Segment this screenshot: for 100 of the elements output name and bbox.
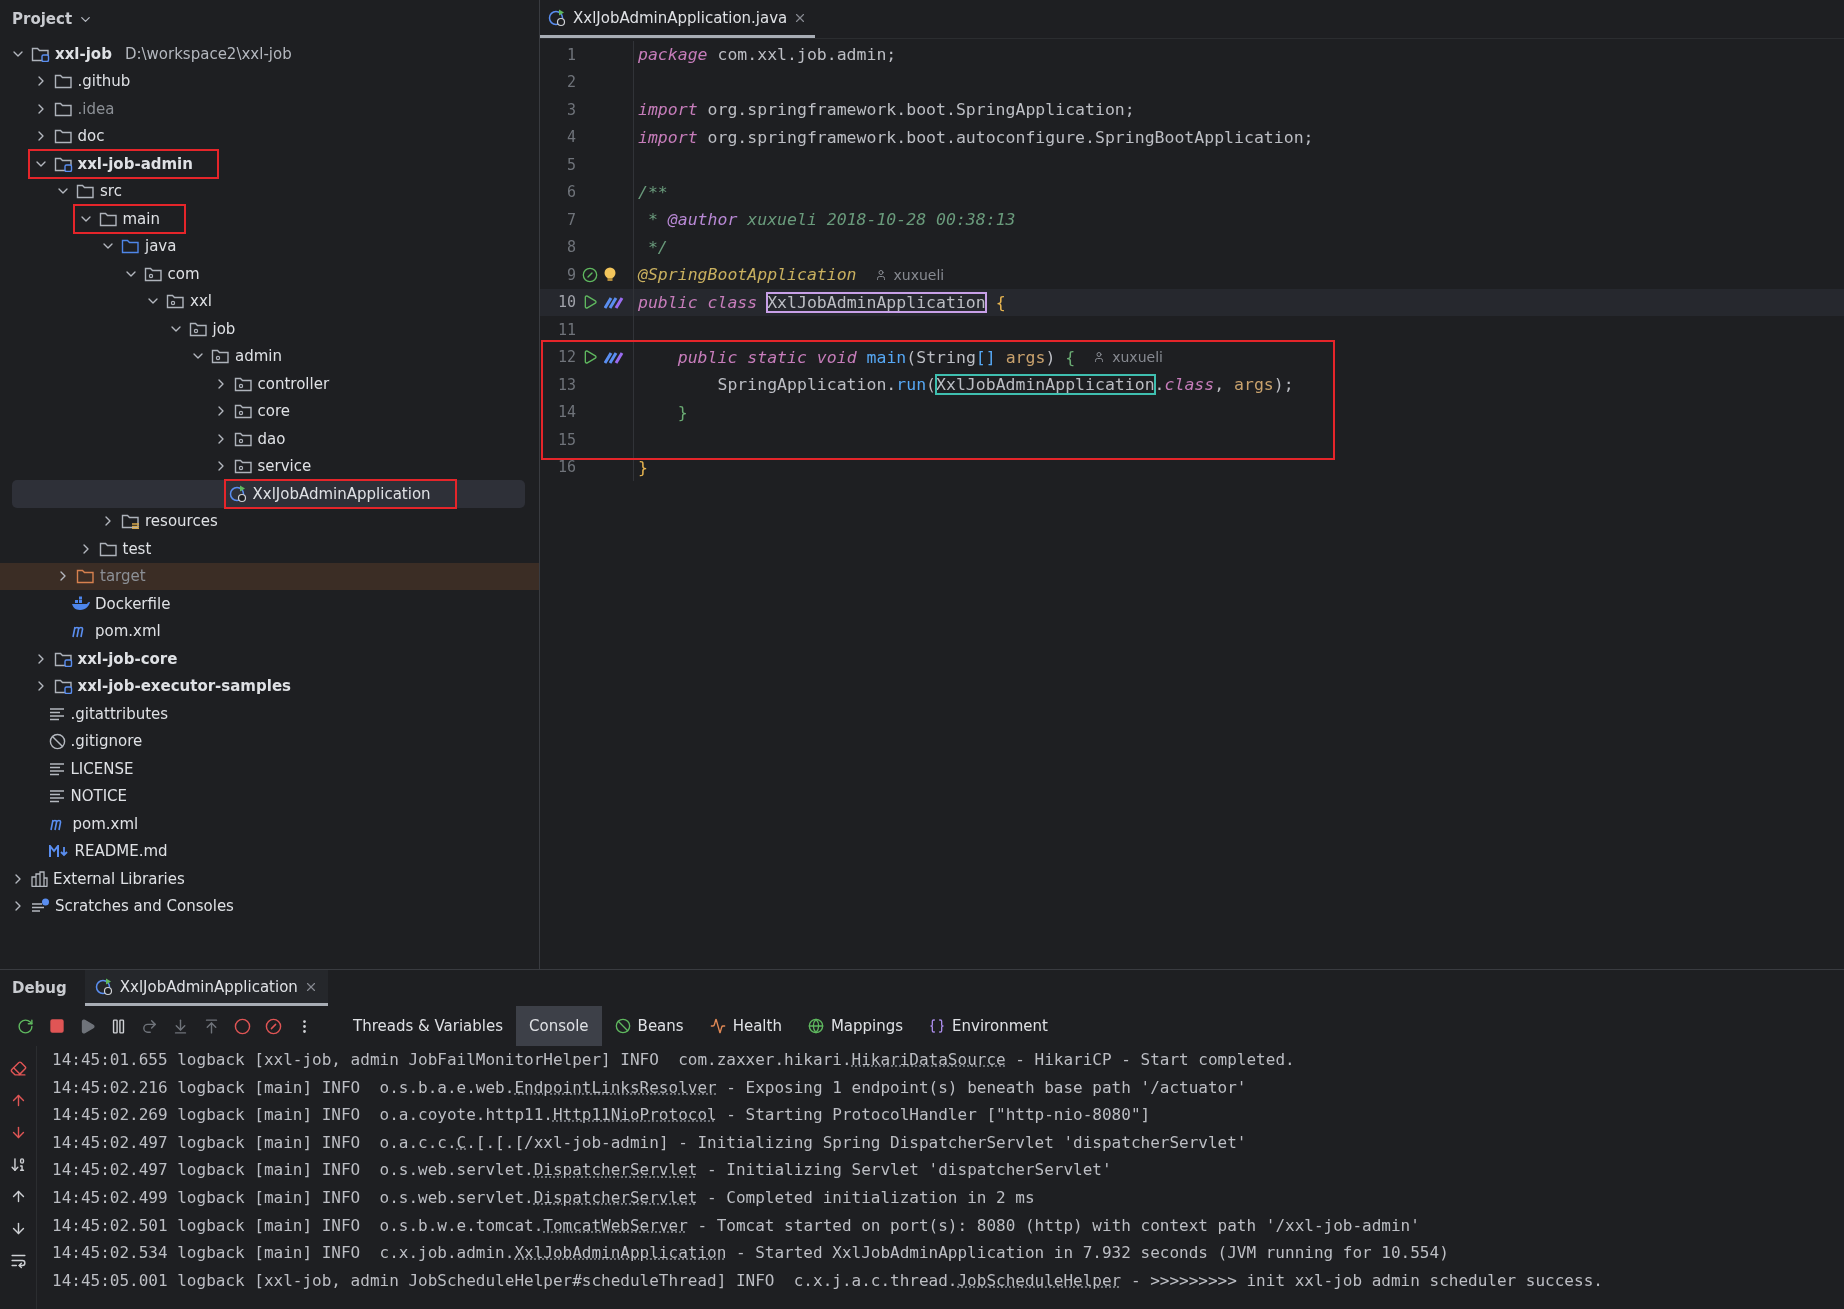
tree-item-label: test [122, 539, 152, 558]
run-icon[interactable] [582, 294, 598, 311]
tree-item[interactable]: LICENSE [0, 755, 539, 783]
class-icon [94, 977, 114, 996]
tree-item[interactable]: target [0, 562, 539, 590]
session-tab[interactable]: XxlJobAdminApplication [84, 970, 328, 1006]
braces-icon [929, 1018, 946, 1034]
bulb-icon[interactable] [604, 267, 616, 283]
package-folder-icon [188, 320, 208, 337]
author-hint: xuxueli [893, 266, 945, 283]
tree-item[interactable]: admin [0, 342, 539, 370]
tree-item[interactable]: dao [0, 425, 539, 453]
tree-item-label: pom.xml [72, 814, 139, 833]
scratches-icon [31, 898, 50, 915]
tree-item[interactable]: test [0, 535, 539, 563]
editor-tab[interactable]: XxlJobAdminApplication.java [540, 0, 816, 38]
tool-tab[interactable]: Environment [916, 1006, 1061, 1046]
console-line: 14:45:05.001 logback [xxl-job, admin JobScheduleHelper#scheduleThread] INFO c.x.j.a.c.thread.JobScheduleHelper - >>>>>>>>> init xxl-job admin scheduler success. [52, 1269, 1603, 1292]
tool-tab[interactable]: Beans [601, 1006, 697, 1046]
console-line: 14:45:02.216 logback [main] INFO o.s.b.a.e.web.EndpointLinksResolver - Exposing 1 endpoint(s) beneath base path '/actuator' [52, 1076, 1248, 1099]
resources-folder-icon [121, 513, 140, 530]
globe-icon [807, 1018, 824, 1034]
tree-item[interactable]: core [0, 397, 539, 425]
tree-item-label: README.md [74, 842, 168, 861]
code-line: /** [637, 182, 668, 202]
tree-item[interactable]: pom.xml [0, 617, 539, 645]
module-folder-icon [53, 678, 73, 695]
whale-icon [71, 595, 90, 612]
folder-icon [53, 100, 73, 117]
tree-item[interactable]: service [0, 452, 539, 480]
folder-icon [53, 73, 73, 90]
tree-item-label: Dockerfile [95, 594, 171, 613]
double-slash-icon[interactable] [604, 295, 624, 310]
tree-item-label: xxl-job-core [77, 649, 178, 668]
tree-item[interactable]: Scratches and Consoles [0, 892, 539, 920]
text-file-icon [48, 706, 66, 721]
tool-tab[interactable]: Health [696, 1006, 795, 1046]
line-number: 7 [565, 210, 576, 229]
folder-icon [53, 128, 73, 145]
tree-item-label: job [212, 319, 236, 338]
line-number: 10 [556, 293, 576, 312]
line-number: 11 [556, 320, 576, 339]
ignore-icon [48, 732, 66, 750]
tree-item[interactable]: NOTICE [0, 782, 539, 810]
class-icon [548, 8, 567, 27]
library-icon [31, 870, 48, 887]
tool-tab[interactable]: Threads & Variables [340, 1006, 517, 1046]
line-number: 2 [565, 73, 576, 92]
code-line: } [637, 457, 648, 477]
tree-item[interactable]: xxl-job-executor-samples [0, 672, 539, 700]
tree-item[interactable]: src [0, 177, 539, 205]
package-folder-icon [233, 375, 253, 392]
tree-item[interactable]: xxl-job-core [0, 645, 539, 673]
tree-item[interactable]: com [0, 260, 539, 288]
tree-item[interactable]: resources [0, 507, 539, 535]
tree-item-label: LICENSE [70, 759, 134, 778]
tree-item[interactable]: .github [0, 67, 539, 95]
tree-item[interactable]: controller [0, 370, 539, 398]
tree-item[interactable]: .gitattributes [0, 700, 539, 728]
tree-item[interactable]: XxlJobAdminApplication [0, 480, 539, 508]
line-number: 15 [556, 430, 576, 449]
panel-title[interactable]: Project [12, 10, 73, 28]
package-folder-icon [166, 293, 185, 310]
tree-item[interactable]: java [0, 232, 539, 260]
console-line: 14:45:02.497 logback [main] INFO o.s.web.servlet.DispatcherServlet - Initializing Servlet 'dispatcherServlet' [52, 1159, 1113, 1182]
tool-tab[interactable]: Mappings [794, 1006, 917, 1046]
tool-tab[interactable]: Console [516, 1006, 602, 1046]
run-icon[interactable] [582, 349, 598, 366]
package-folder-icon [143, 265, 163, 282]
code-line: import org.springframework.boot.SpringApplication; [637, 100, 1135, 120]
tree-item-label: src [100, 182, 122, 201]
text-file-icon [48, 761, 66, 776]
tree-item[interactable]: External Libraries [0, 865, 539, 893]
tree-item[interactable]: xxl-job D:\workspace2\xxl-job [0, 40, 539, 68]
tree-item-label: .github [77, 72, 131, 91]
line-number: 14 [556, 403, 576, 422]
tree-item[interactable]: main [0, 205, 539, 233]
line-number: 6 [565, 183, 576, 202]
tree-item[interactable]: xxl [0, 287, 539, 315]
folder-icon [121, 238, 140, 255]
console-line: 14:45:02.497 logback [main] INFO o.a.c.c.C.[.[.[/xxl-job-admin] - Initializing Spring DispatcherServlet 'dispatcherServlet' [52, 1131, 1248, 1154]
line-number: 13 [556, 375, 576, 394]
tree-item-label: resources [145, 512, 218, 531]
tree-item[interactable]: pom.xml [0, 810, 539, 838]
double-slash-icon[interactable] [604, 350, 624, 365]
line-number: 3 [565, 100, 576, 119]
folder-icon [98, 540, 118, 557]
tree-item-label: controller [257, 374, 330, 393]
tree-item[interactable]: doc [0, 122, 539, 150]
tree-item[interactable]: .gitignore [0, 727, 539, 755]
package-folder-icon [233, 430, 253, 447]
tree-item[interactable]: README.md [0, 837, 539, 865]
tree-item[interactable]: job [0, 315, 539, 343]
tree-item[interactable]: .idea [0, 95, 539, 123]
tree-item[interactable]: Dockerfile [0, 590, 539, 618]
user-icon [874, 268, 887, 281]
markdown-icon [48, 844, 70, 858]
text-file-icon [48, 789, 66, 804]
line-number: 5 [565, 155, 576, 174]
tree-item[interactable]: xxl-job-admin [0, 150, 539, 178]
